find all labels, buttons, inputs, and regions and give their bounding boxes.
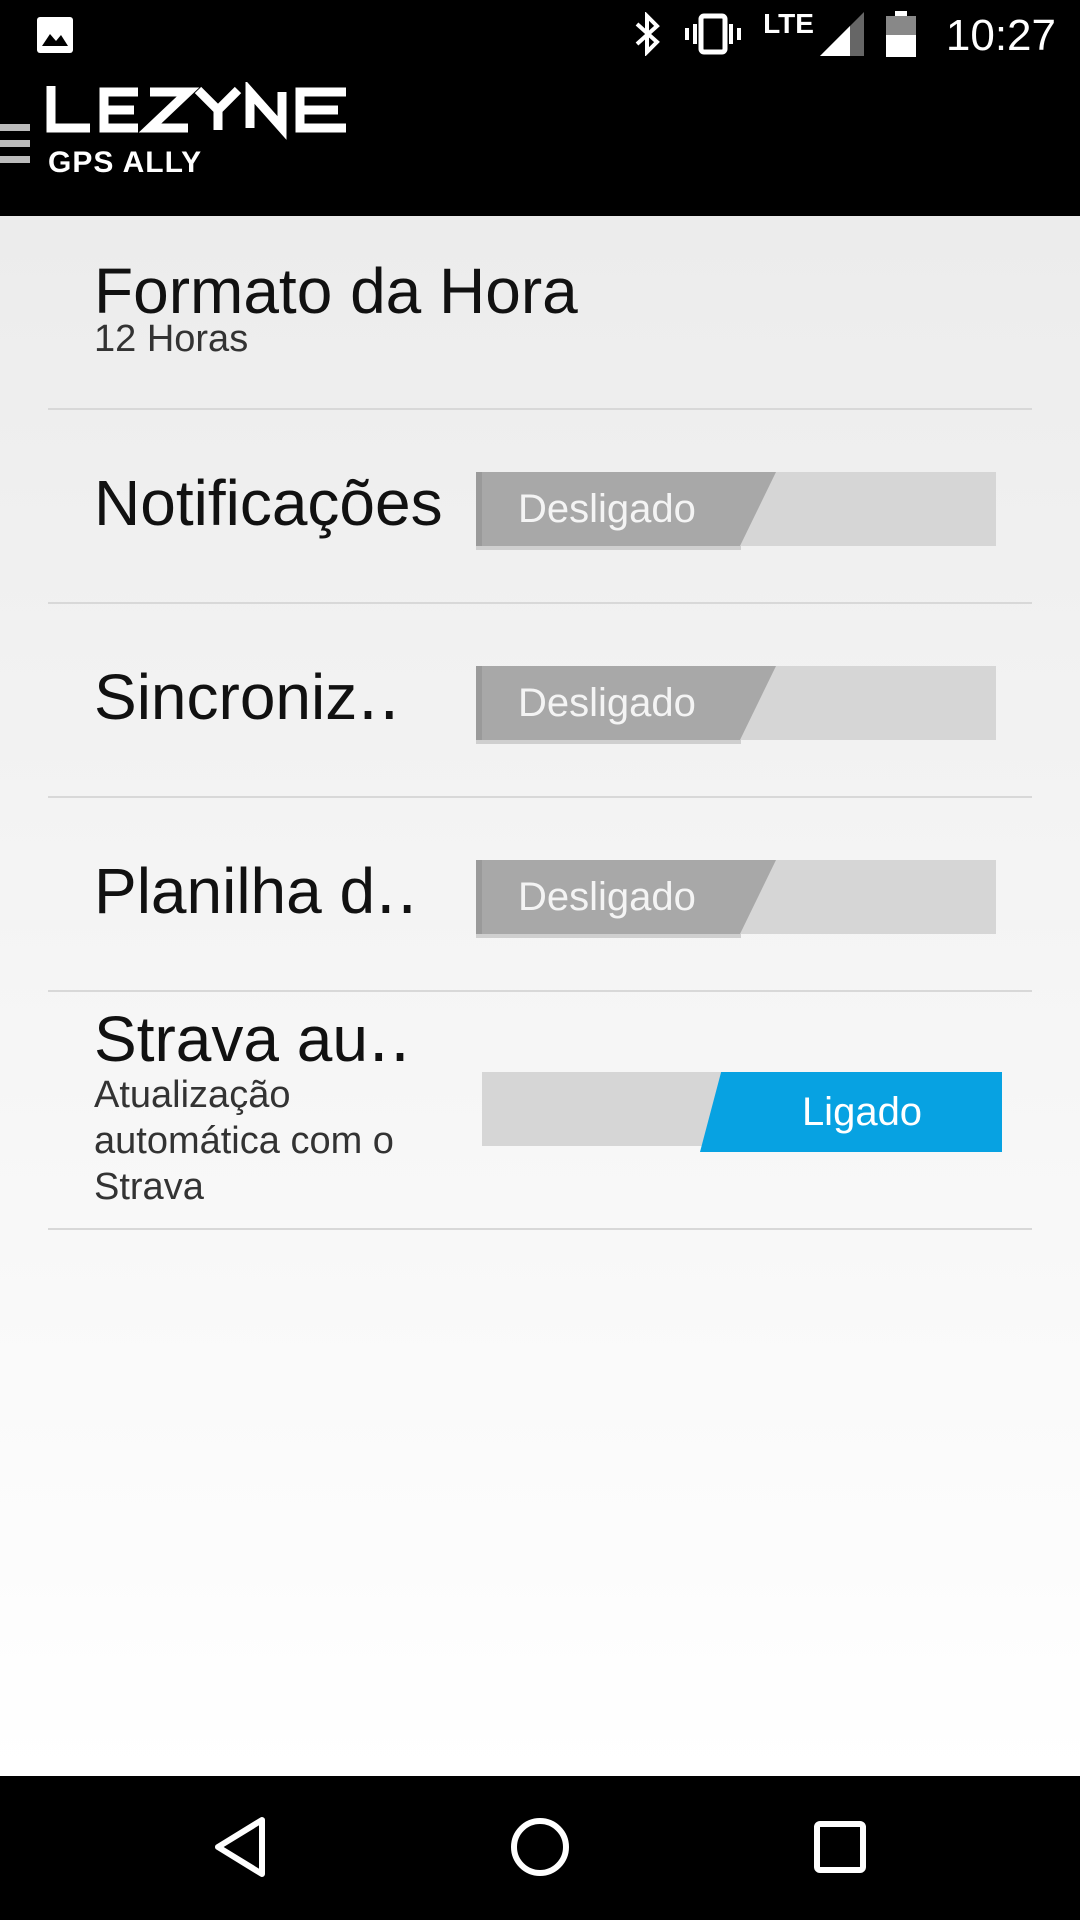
- notifications-toggle[interactable]: Desligado: [476, 472, 996, 550]
- status-bar: LTE 10:27: [0, 0, 1080, 72]
- signal-icon: [819, 11, 864, 61]
- setting-title: Strava au‥: [94, 1003, 411, 1075]
- toggle-label: Desligado: [518, 681, 696, 725]
- setting-subtitle: 12 Horas: [94, 318, 249, 360]
- navigation-bar: [0, 1776, 1080, 1920]
- setting-strava-auto: Strava au‥ Atualização automática com o …: [48, 992, 1032, 1230]
- spreadsheet-toggle[interactable]: Desligado: [476, 860, 996, 938]
- setting-time-format[interactable]: Formato da Hora 12 Horas: [48, 216, 1032, 410]
- toggle-label: Desligado: [518, 487, 696, 531]
- home-icon[interactable]: [508, 1812, 572, 1887]
- network-type: LTE: [763, 8, 814, 39]
- setting-title: Notificações: [94, 467, 443, 539]
- lezyne-logo: [46, 80, 356, 144]
- back-icon[interactable]: [210, 1812, 270, 1887]
- recents-icon[interactable]: [812, 1812, 868, 1887]
- strava-toggle[interactable]: Ligado: [482, 1072, 1002, 1152]
- bluetooth-icon: [633, 10, 663, 61]
- settings-list: Formato da Hora 12 Horas Notificações De…: [0, 216, 1080, 1776]
- vibrate-icon: [685, 12, 742, 61]
- setting-title: Planilha d‥: [94, 855, 418, 927]
- app-bar: GPS ALLY: [0, 72, 1080, 216]
- toggle-label: Desligado: [518, 875, 696, 919]
- battery-icon: [885, 10, 916, 62]
- app-subtitle: GPS ALLY: [48, 146, 203, 179]
- setting-subtitle: Atualização automática com o Strava: [94, 1074, 394, 1208]
- setting-spreadsheet: Planilha d‥ Desligado: [48, 798, 1032, 992]
- toggle-label: Ligado: [801, 1090, 923, 1134]
- clock-time: 10:27: [945, 11, 1056, 60]
- setting-title: Sincroniz‥: [94, 661, 400, 733]
- menu-icon[interactable]: [0, 124, 30, 172]
- setting-sync: Sincroniz‥ Desligado: [48, 604, 1032, 798]
- setting-notifications: Notificações Desligado: [48, 410, 1032, 604]
- image-icon: [36, 17, 74, 58]
- sync-toggle[interactable]: Desligado: [476, 666, 996, 744]
